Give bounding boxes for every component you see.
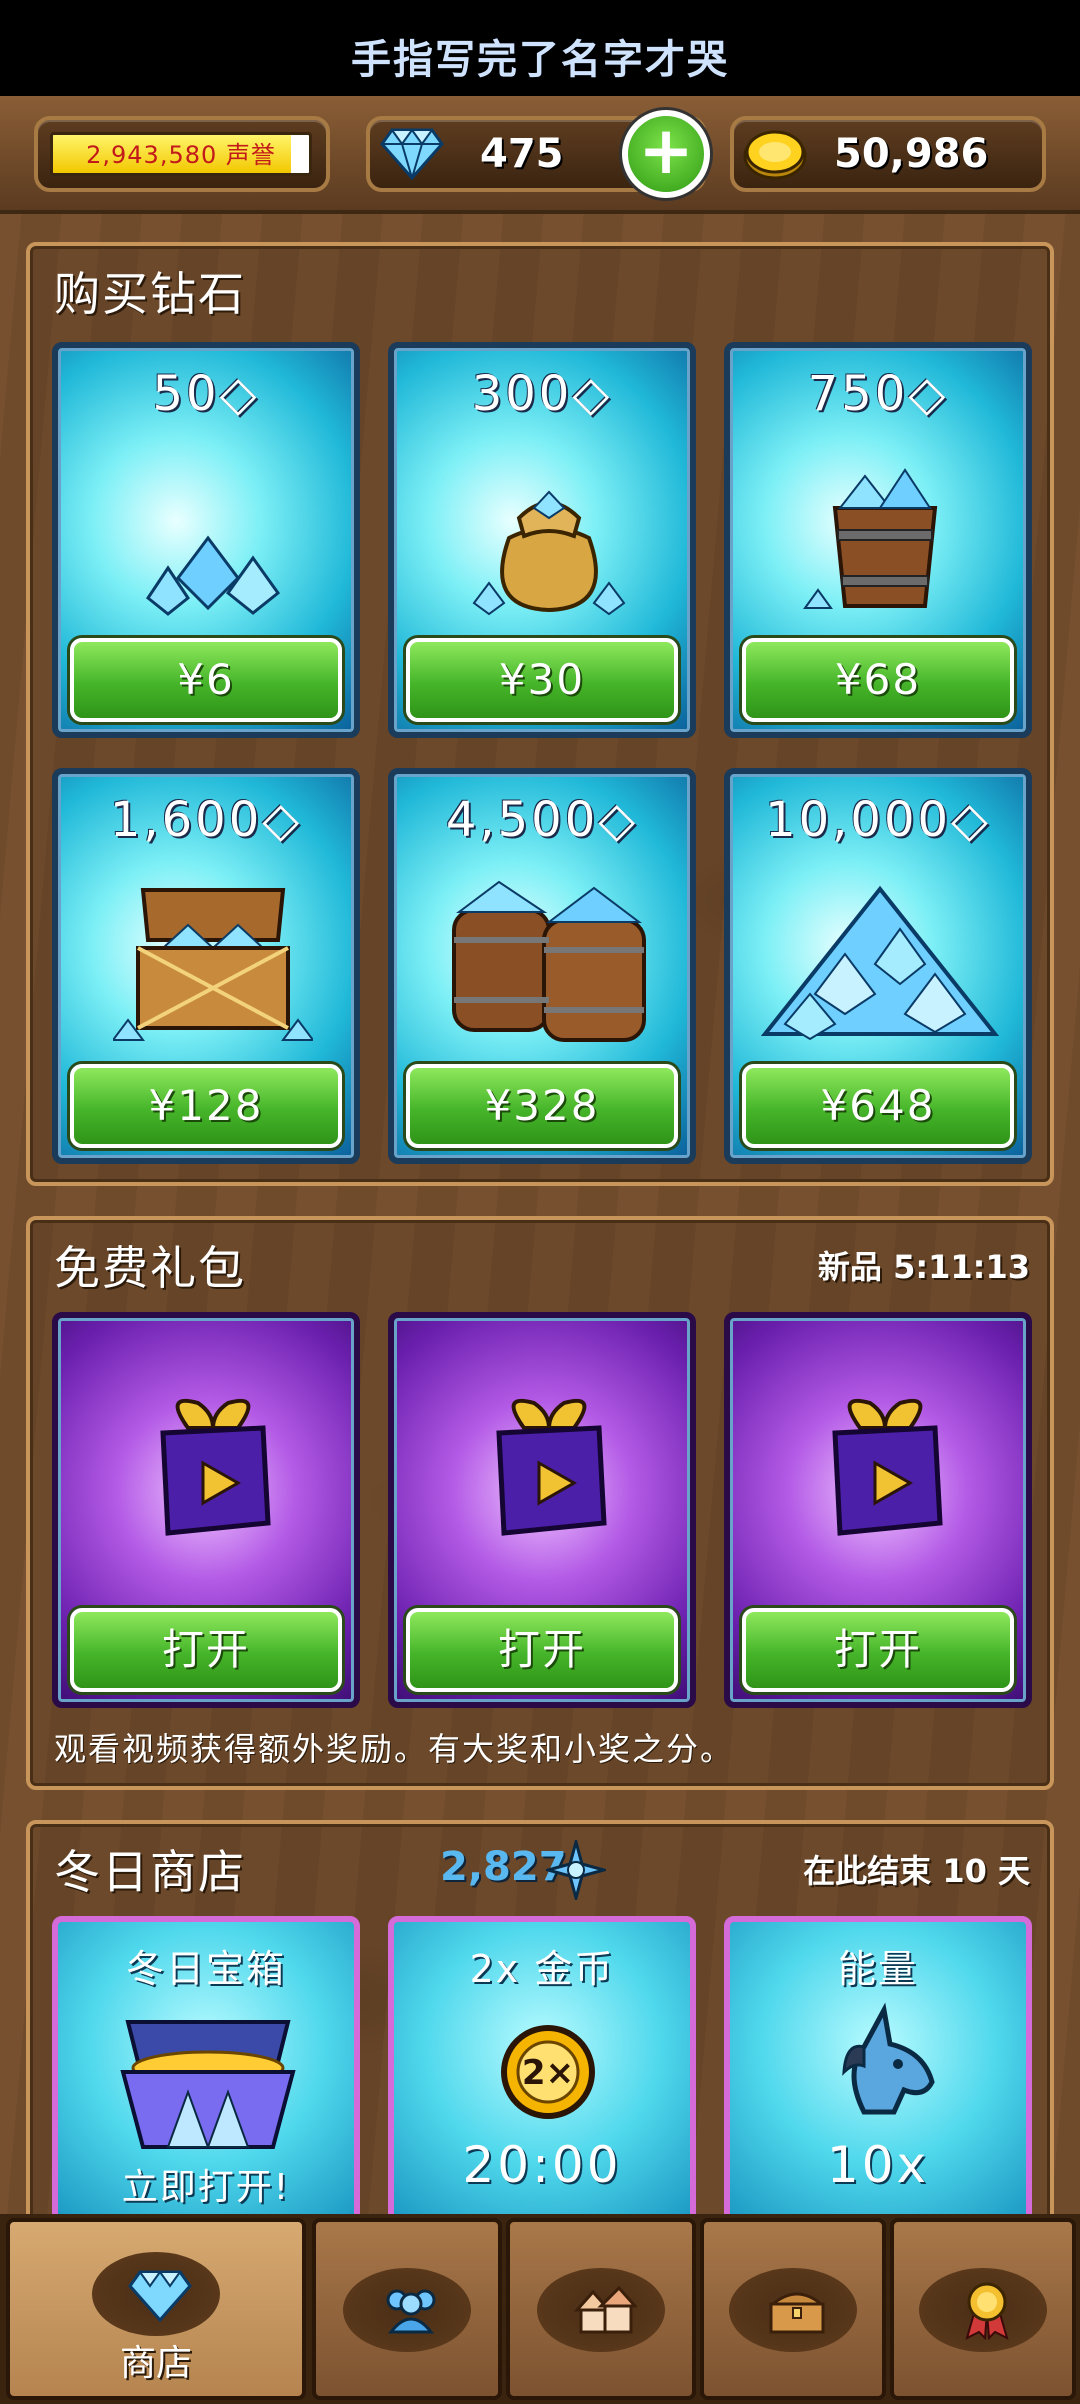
gem-chest-icon xyxy=(113,888,313,1041)
winter-shop-panel: 冬日商店 2,827 在此结束 10 天 冬日宝箱 立即打开! 2x 金币 2×… xyxy=(26,1820,1054,2240)
winter-item-sub: 10x xyxy=(826,2136,930,2194)
winter-chest-card[interactable]: 冬日宝箱 立即打开! xyxy=(52,1916,360,2236)
video-caption-banner: 手指写完了名字才哭 xyxy=(0,0,1080,96)
winter-item-sub: 立即打开! xyxy=(121,2167,291,2208)
video-gift-box-icon xyxy=(496,1398,607,1536)
resource-bar: 2,943,580 声誉 475 50,986 xyxy=(0,96,1080,214)
winter-shop-title: 冬日商店 xyxy=(54,1845,246,1899)
add-gems-button[interactable]: + xyxy=(622,110,710,198)
diamond-pack-card[interactable]: 300◇ ¥30 xyxy=(388,342,696,738)
gift-note: 观看视频获得额外奖励。有大奖和小奖之分。 xyxy=(54,1730,735,1768)
gift-card[interactable]: 打开 xyxy=(388,1312,696,1708)
winter-shop-ends: 在此结束 10 天 xyxy=(803,1852,1030,1890)
free-gifts-panel: 免费礼包 新品 5:11:13 打开 打开 打开 观看视频获得额外奖励。有大奖和… xyxy=(26,1216,1054,1790)
buy-pack-button[interactable]: ¥128 xyxy=(70,1064,342,1148)
pack-amount: 50◇ xyxy=(152,366,260,422)
video-gift-box-icon xyxy=(160,1398,271,1536)
winter-chest-icon xyxy=(120,2020,296,2149)
unicorn-head-icon xyxy=(842,2002,935,2115)
diamond-icon xyxy=(128,2270,192,2322)
diamond-icon: ◇ xyxy=(951,792,991,848)
gold-count: 50,986 xyxy=(834,131,989,177)
gem-barrels-icon xyxy=(452,880,646,1042)
gift-card[interactable]: 打开 xyxy=(724,1312,1032,1708)
reputation-bar: 2,943,580 声誉 xyxy=(50,132,312,176)
snowflake-star-icon xyxy=(546,1840,606,1900)
buy-pack-button[interactable]: ¥68 xyxy=(742,638,1014,722)
diamond-pack-card[interactable]: 10,000◇ ¥648 xyxy=(724,768,1032,1164)
buy-pack-button[interactable]: ¥6 xyxy=(70,638,342,722)
svg-text:2×: 2× xyxy=(522,2053,574,2093)
gem-sack-icon xyxy=(472,490,626,616)
tab-achievements[interactable] xyxy=(890,2218,1076,2400)
pack-amount: 4,500◇ xyxy=(445,792,639,848)
diamond-icon: ◇ xyxy=(572,366,613,422)
medal-icon xyxy=(965,2282,1009,2340)
buy-pack-button[interactable]: ¥30 xyxy=(406,638,678,722)
gem-count: 475 xyxy=(480,131,564,177)
diamond-icon: ◇ xyxy=(908,366,949,422)
diamond-icon xyxy=(380,128,444,180)
free-gifts-title: 免费礼包 xyxy=(54,1241,246,1295)
tab-label: 商店 xyxy=(119,2343,192,2384)
bottom-nav: 商店 xyxy=(0,2214,1080,2404)
double-coins-card[interactable]: 2x 金币 2× 20:00 xyxy=(388,1916,696,2236)
winter-item-sub: 20:00 xyxy=(462,2136,622,2194)
pack-amount: 300◇ xyxy=(471,366,613,422)
buy-pack-button[interactable]: ¥648 xyxy=(742,1064,1014,1148)
new-gifts-timer: 新品 5:11:13 xyxy=(817,1248,1030,1286)
reputation-panel: 2,943,580 声誉 xyxy=(34,116,330,192)
plus-icon: + xyxy=(638,112,694,189)
pack-amount: 10,000◇ xyxy=(765,792,991,848)
video-gift-box-icon xyxy=(832,1398,943,1536)
gem-mountain-icon xyxy=(760,885,1000,1041)
open-gift-button[interactable]: 打开 xyxy=(406,1608,678,1692)
gold-panel: 50,986 xyxy=(730,116,1046,192)
buy-diamonds-panel: 购买钻石 50◇ ¥6 300◇ ¥30 750◇ ¥68 1,600◇ ¥12… xyxy=(26,242,1054,1186)
gold-coin-icon xyxy=(743,130,807,180)
treasure-chest-icon xyxy=(768,2292,826,2334)
people-icon xyxy=(386,2289,436,2334)
buildings-icon xyxy=(573,2285,637,2334)
winter-item-label: 能量 xyxy=(837,1947,918,1991)
gift-card[interactable]: 打开 xyxy=(52,1312,360,1708)
diamond-icon: ◇ xyxy=(219,366,260,422)
pack-amount: 1,600◇ xyxy=(109,792,303,848)
tab-buildings[interactable] xyxy=(506,2218,696,2400)
pack-amount: 750◇ xyxy=(807,366,949,422)
small-gem-pile-icon xyxy=(145,535,281,616)
diamond-icon: ◇ xyxy=(262,792,303,848)
open-gift-button[interactable]: 打开 xyxy=(70,1608,342,1692)
energy-card[interactable]: 能量 10x xyxy=(724,1916,1032,2236)
tab-social[interactable] xyxy=(312,2218,502,2400)
buy-diamonds-title: 购买钻石 xyxy=(54,267,246,321)
open-gift-button[interactable]: 打开 xyxy=(742,1608,1014,1692)
diamond-pack-card[interactable]: 4,500◇ ¥328 xyxy=(388,768,696,1164)
diamond-pack-card[interactable]: 750◇ ¥68 xyxy=(724,342,1032,738)
gem-bucket-icon xyxy=(803,468,938,609)
diamond-pack-card[interactable]: 1,600◇ ¥128 xyxy=(52,768,360,1164)
tab-chest[interactable] xyxy=(700,2218,886,2400)
diamond-pack-card[interactable]: 50◇ ¥6 xyxy=(52,342,360,738)
diamond-icon: ◇ xyxy=(598,792,639,848)
double-coin-icon: 2× xyxy=(501,2025,595,2119)
reputation-text: 2,943,580 声誉 xyxy=(86,141,276,169)
winter-item-label: 冬日宝箱 xyxy=(125,1947,286,1991)
tab-shop[interactable]: 商店 xyxy=(6,2218,306,2400)
winter-item-label: 2x 金币 xyxy=(469,1947,615,1991)
buy-pack-button[interactable]: ¥328 xyxy=(406,1064,678,1148)
